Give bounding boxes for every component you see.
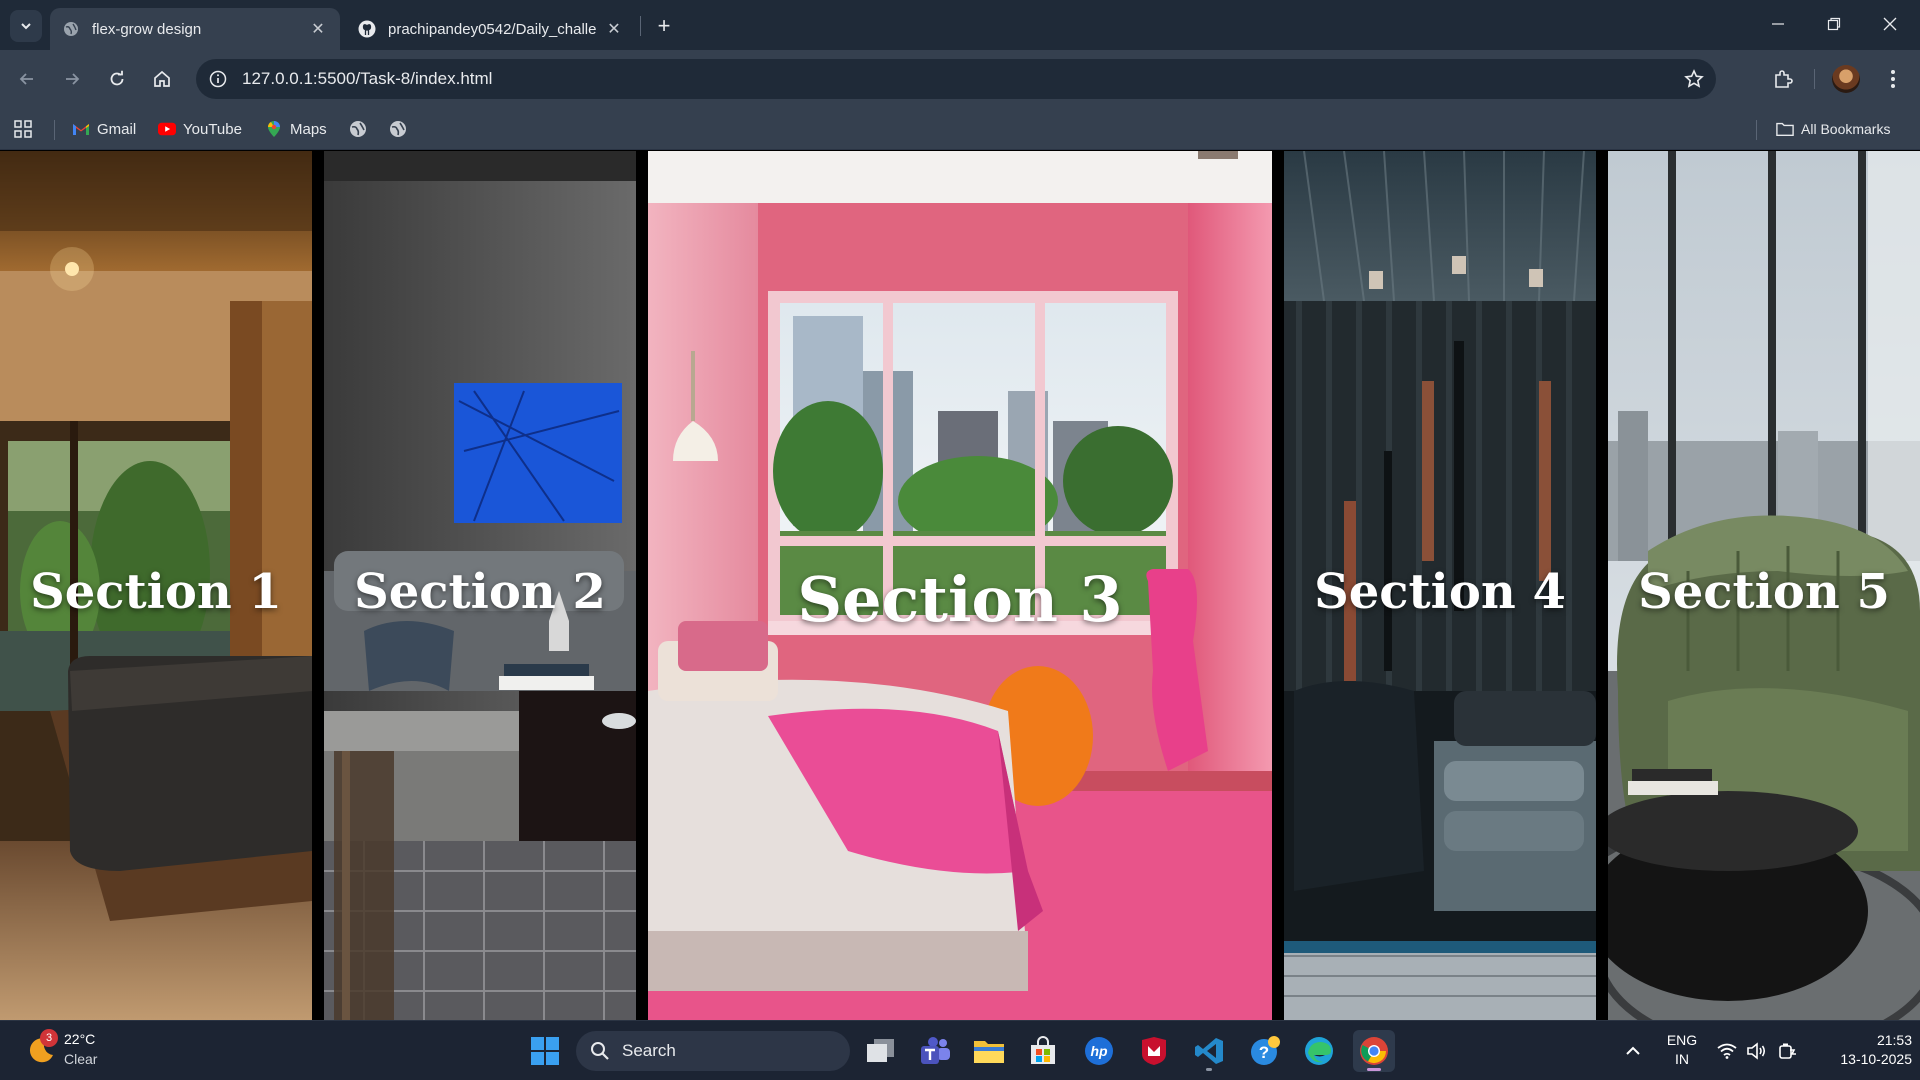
weather-widget[interactable]: 3 22°C Clear [22, 1029, 142, 1073]
minimize-icon[interactable] [1750, 0, 1806, 48]
site-info-icon[interactable] [204, 65, 232, 93]
bookmark-globe-1[interactable] [349, 117, 374, 141]
start-button[interactable] [524, 1030, 566, 1072]
tab-title: flex-grow design [92, 20, 202, 38]
mcafee-icon[interactable] [1133, 1030, 1175, 1072]
all-bookmarks-label: All Bookmarks [1801, 121, 1891, 137]
bookmark-separator [54, 120, 55, 140]
tab-close-icon[interactable]: ✕ [308, 19, 328, 39]
chevron-down-icon [21, 23, 31, 30]
globe-icon [62, 20, 80, 38]
back-icon[interactable] [12, 64, 42, 94]
profile-avatar[interactable] [1832, 65, 1860, 93]
bookmark-gmail[interactable]: Gmail [72, 117, 136, 141]
running-indicator [1367, 1068, 1381, 1071]
tab-search-button[interactable] [10, 10, 42, 42]
taskbar-search[interactable]: Search [576, 1031, 850, 1071]
toolbar-separator [1814, 69, 1815, 89]
search-label: Search [622, 1041, 676, 1060]
close-window-icon[interactable] [1862, 0, 1918, 48]
bookmark-youtube[interactable]: YouTube [158, 117, 242, 141]
clock-time: 21:53 [1876, 1032, 1912, 1048]
system-clock[interactable]: 21:53 13-10-2025 [1812, 1031, 1912, 1069]
section-2[interactable]: Section 2 [324, 151, 636, 1020]
file-explorer-icon[interactable] [968, 1030, 1010, 1072]
all-bookmarks-button[interactable]: All Bookmarks [1776, 117, 1890, 141]
tab-title: prachipandey0542/Daily_challe [388, 20, 597, 38]
extensions-icon[interactable] [1768, 64, 1798, 94]
bookmark-maps[interactable]: Maps [265, 117, 327, 141]
weather-desc: Clear [64, 1051, 98, 1067]
globe-icon [349, 120, 367, 138]
bookmark-label: Maps [290, 120, 327, 138]
youtube-icon [158, 120, 176, 138]
globe-icon [389, 120, 407, 138]
github-icon [358, 20, 376, 38]
home-icon[interactable] [147, 64, 177, 94]
section-label: Section 3 [797, 563, 1123, 636]
section-1[interactable]: Section 1 [0, 151, 312, 1020]
tab-separator [640, 16, 641, 36]
new-tab-button[interactable]: + [650, 12, 678, 40]
bookmark-star-icon[interactable] [1682, 67, 1706, 91]
section-3[interactable]: Section 3 [648, 151, 1272, 1020]
hp-icon[interactable]: hp [1078, 1030, 1120, 1072]
folder-icon [1776, 120, 1794, 138]
tab-strip: flex-grow design ✕ prachipandey0542/Dail… [0, 0, 1920, 50]
reload-icon[interactable] [102, 64, 132, 94]
section-4[interactable]: Section 4 [1284, 151, 1596, 1020]
search-icon [591, 1042, 609, 1060]
svg-text:hp: hp [1090, 1043, 1108, 1059]
browser-toolbar: 127.0.0.1:5500/Task-8/index.html [0, 50, 1920, 108]
forward-icon[interactable] [57, 64, 87, 94]
microsoft-store-icon[interactable] [1022, 1030, 1064, 1072]
bookmark-globe-2[interactable] [389, 117, 414, 141]
tab-active[interactable]: flex-grow design ✕ [50, 8, 340, 50]
windows-taskbar: 3 22°C Clear Search hp ? ENG IN 21:53 13… [0, 1020, 1920, 1080]
edge-icon[interactable] [1298, 1030, 1340, 1072]
section-label: Section 5 [1638, 563, 1890, 620]
tab-inactive[interactable]: prachipandey0542/Daily_challe ✕ [346, 8, 636, 50]
chevron-up-icon[interactable] [1618, 1021, 1648, 1080]
bookmarks-bar: Gmail YouTube Maps All Bookmarks [0, 108, 1920, 150]
wifi-icon[interactable] [1714, 1021, 1740, 1080]
task-view-icon[interactable] [860, 1030, 902, 1072]
language-indicator[interactable]: ENG IN [1662, 1031, 1702, 1069]
battery-icon[interactable] [1774, 1021, 1800, 1080]
gmail-icon [72, 120, 90, 138]
bookmark-label: YouTube [183, 120, 242, 138]
bookmark-separator [1756, 120, 1757, 140]
section-5[interactable]: Section 5 [1608, 151, 1920, 1020]
section-label: Section 4 [1314, 563, 1566, 620]
volume-icon[interactable] [1744, 1021, 1770, 1080]
running-indicator [1206, 1068, 1212, 1071]
address-url[interactable]: 127.0.0.1:5500/Task-8/index.html [242, 69, 492, 89]
flex-container: Section 1 Section 2 Section 3 Section 4 … [0, 151, 1920, 1020]
teams-icon[interactable] [914, 1030, 956, 1072]
apps-grid-icon[interactable] [14, 117, 32, 141]
clock-date: 13-10-2025 [1840, 1051, 1912, 1067]
language-code: ENG [1666, 1032, 1698, 1048]
chrome-icon[interactable] [1353, 1030, 1395, 1072]
weather-temp: 22°C [64, 1031, 96, 1047]
language-region: IN [1675, 1051, 1689, 1067]
tab-close-icon[interactable]: ✕ [604, 19, 624, 39]
maps-icon [265, 120, 283, 138]
restore-icon[interactable] [1806, 0, 1862, 48]
address-bar[interactable]: 127.0.0.1:5500/Task-8/index.html [196, 59, 1716, 99]
menu-dots-icon[interactable] [1878, 64, 1908, 94]
vscode-icon[interactable] [1188, 1030, 1230, 1072]
section-label: Section 2 [354, 563, 606, 620]
section-label: Section 1 [30, 563, 282, 620]
windows-logo-icon [531, 1037, 559, 1065]
weather-badge: 3 [40, 1029, 58, 1047]
svg-text:?: ? [1259, 1043, 1269, 1062]
help-icon[interactable]: ? [1244, 1030, 1286, 1072]
bookmark-label: Gmail [97, 120, 137, 138]
